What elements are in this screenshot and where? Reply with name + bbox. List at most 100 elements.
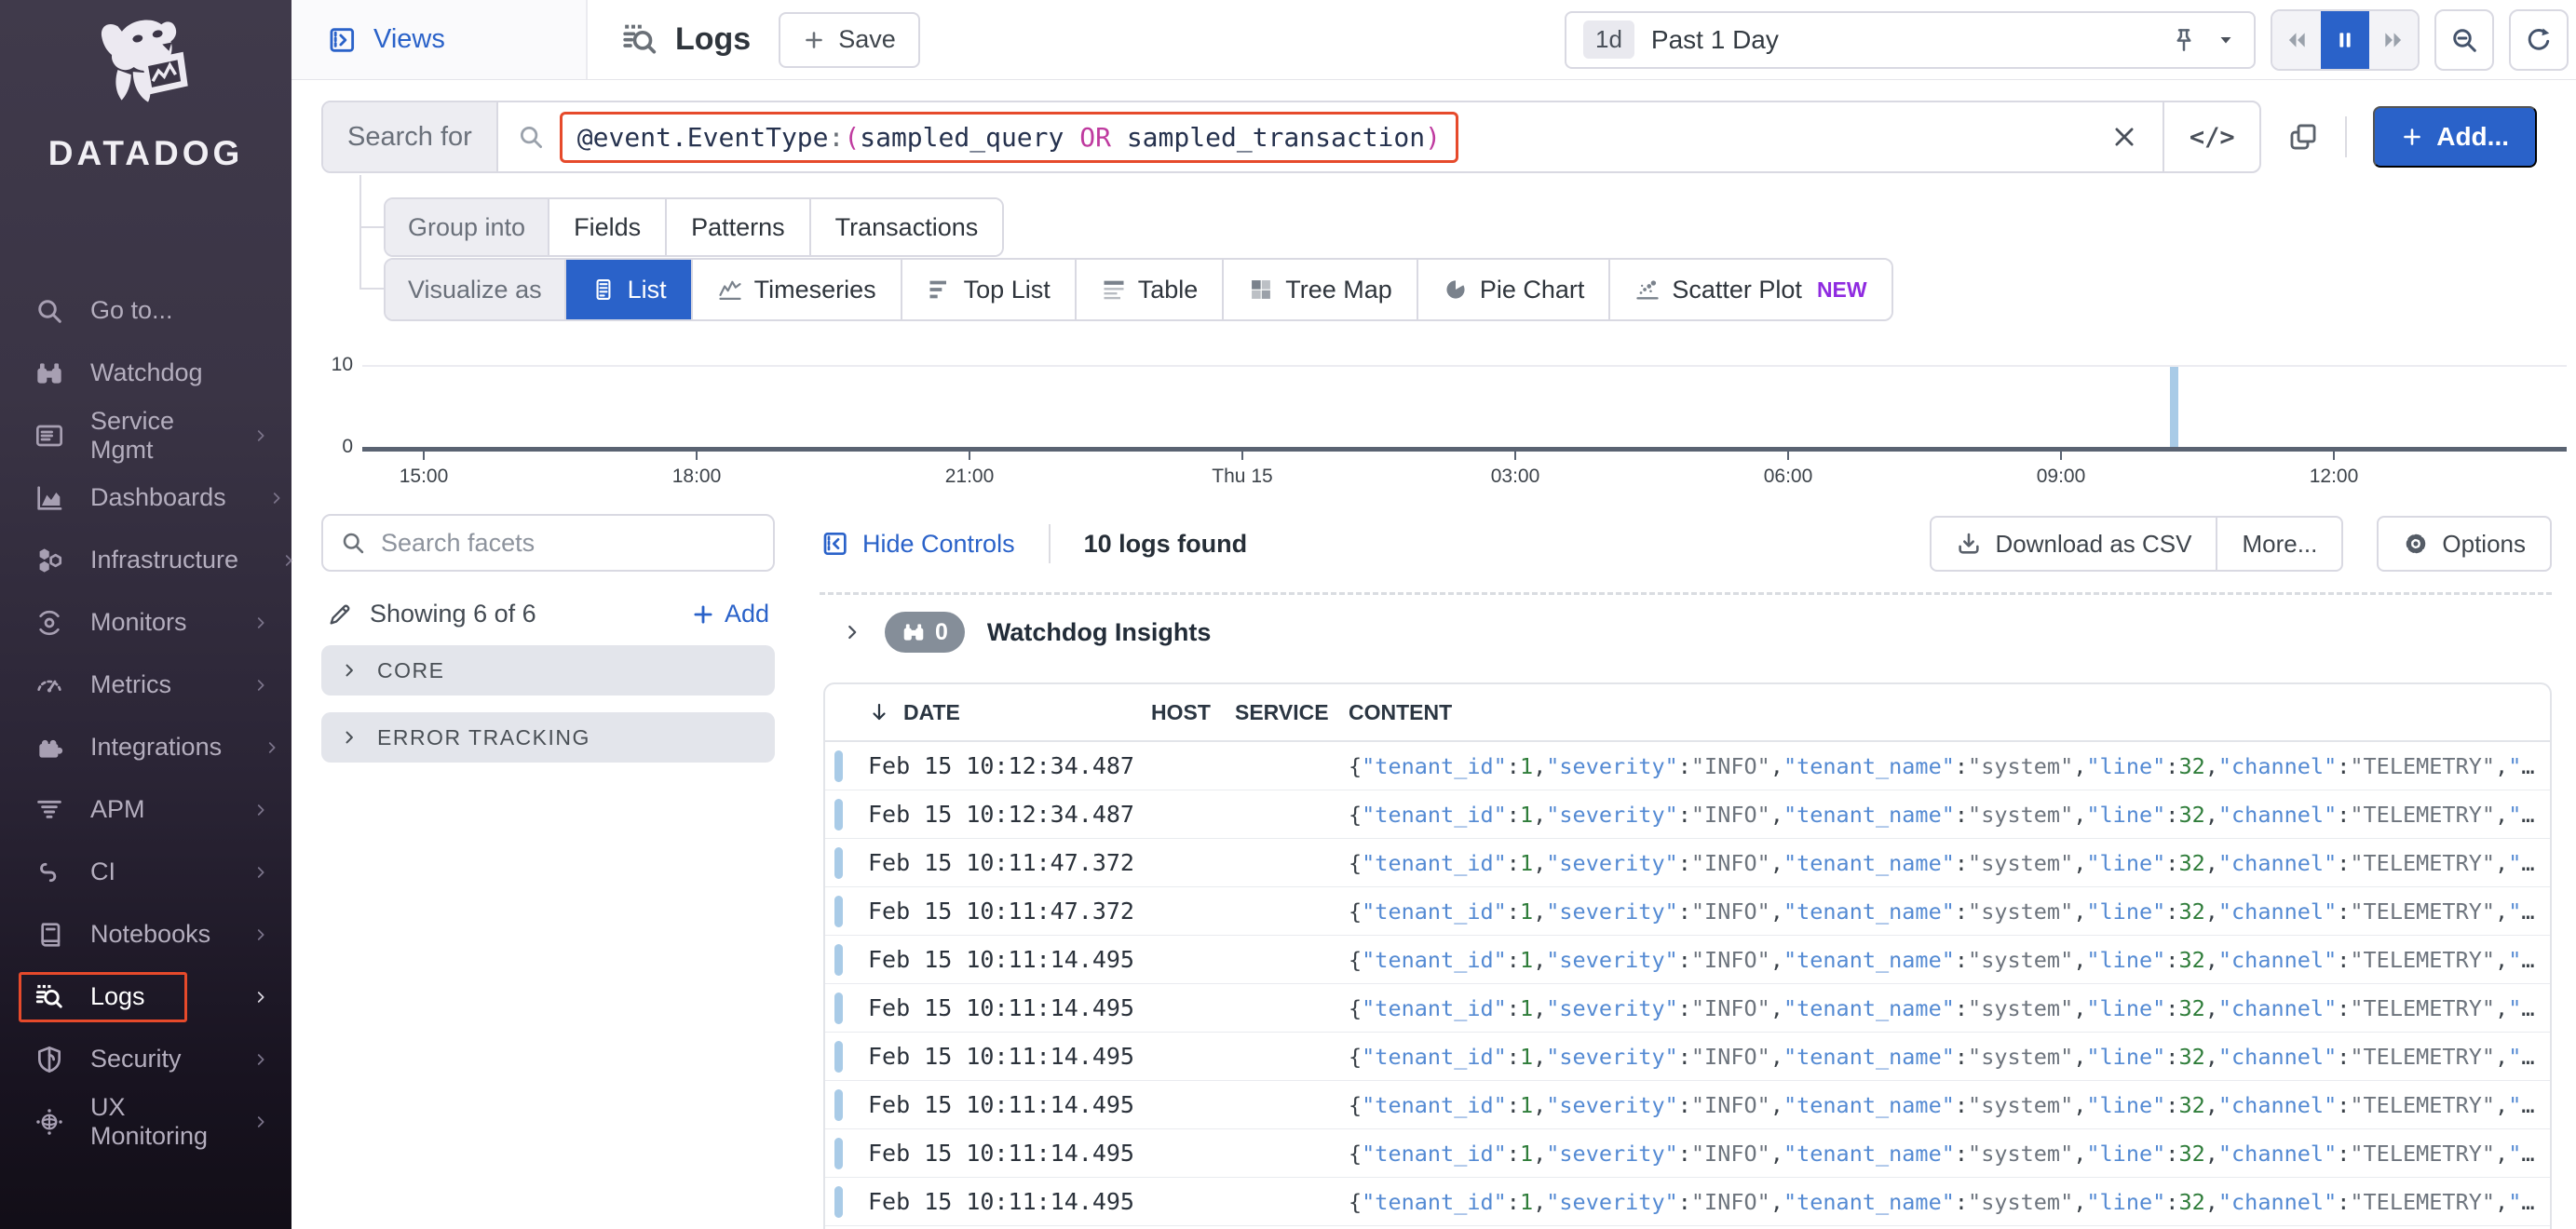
logs-table: DATE HOST SERVICE CONTENT Feb 15 10:12:3…	[823, 682, 2552, 1229]
log-row[interactable]: Feb 15 10:11:14.495 {"tenant_id":1,"sever…	[825, 1178, 2550, 1226]
x-axis-tick	[1514, 452, 1516, 460]
viz-option-scatter-plot[interactable]: Scatter Plot NEW	[1608, 260, 1891, 319]
options-button[interactable]: Options	[2377, 516, 2552, 572]
more-button[interactable]: More...	[2216, 518, 2341, 570]
ux-icon	[34, 1107, 64, 1137]
log-volume-bar[interactable]	[2170, 367, 2178, 447]
raw-query-toggle[interactable]: </>	[2162, 102, 2259, 171]
pause-button[interactable]	[2321, 10, 2369, 69]
search-query-input[interactable]: @event.EventType:(sampled_query OR sampl…	[559, 111, 1458, 163]
datadog-logs-page: DATADOG Go to... Watchdog Service Mgmt Dash…	[0, 0, 2576, 1229]
time-range-badge: 1d	[1583, 20, 1634, 59]
viz-option-tree-map[interactable]: Tree Map	[1222, 260, 1417, 319]
sidebar-item-security[interactable]: Security	[0, 1028, 291, 1090]
download-csv-button[interactable]: Download as CSV	[1932, 518, 2216, 570]
x-axis-label: 09:00	[2036, 466, 2086, 487]
save-button[interactable]: Save	[779, 11, 920, 68]
add-facet-label: Add	[724, 600, 769, 628]
clear-query-icon[interactable]	[2110, 123, 2138, 151]
zoom-out-button[interactable]	[2434, 8, 2494, 71]
chevron-down-icon[interactable]	[2215, 29, 2237, 51]
hide-controls-button[interactable]: Hide Controls	[820, 529, 1015, 559]
viz-option-label: List	[627, 275, 667, 304]
column-header-host[interactable]: HOST	[1151, 700, 1235, 725]
time-range-selector[interactable]: 1d Past 1 Day	[1565, 10, 2256, 69]
sidebar-item-ci[interactable]: CI	[0, 841, 291, 903]
scatter-icon	[1634, 277, 1661, 303]
x-axis-tick	[969, 452, 970, 460]
log-row[interactable]: Feb 15 10:11:14.495 {"tenant_id":1,"sever…	[825, 1033, 2550, 1081]
viz-option-timeseries[interactable]: Timeseries	[690, 260, 901, 319]
sidebar-item-notebooks[interactable]: Notebooks	[0, 903, 291, 966]
pie-icon	[1443, 277, 1469, 303]
save-label: Save	[838, 25, 896, 53]
log-row[interactable]: Feb 15 10:11:47.372 {"tenant_id":1,"sever…	[825, 887, 2550, 936]
log-row[interactable]: Feb 15 10:11:14.495 {"tenant_id":1,"sever…	[825, 1129, 2550, 1178]
log-status-indicator	[834, 993, 843, 1024]
list-icon	[590, 277, 617, 303]
tableviz-icon	[1101, 277, 1127, 303]
sidebar-item-infrastructure[interactable]: Infrastructure	[0, 529, 292, 591]
chevron-right-icon	[252, 427, 269, 444]
log-row[interactable]: Feb 15 10:12:34.487 {"tenant_id":1,"sever…	[825, 790, 2550, 839]
pin-icon[interactable]	[2170, 26, 2198, 54]
sidebar-item-label: Monitors	[90, 608, 187, 636]
chevron-right-icon	[252, 989, 269, 1006]
group-option-fields[interactable]: Fields	[548, 199, 666, 255]
sidebar-item-dashboards[interactable]: Dashboards	[0, 466, 291, 529]
sidebar-item-integrations[interactable]: Integrations	[0, 716, 291, 778]
pencil-icon[interactable]	[327, 601, 353, 628]
viz-option-list[interactable]: List	[563, 260, 691, 319]
chevron-right-icon	[280, 552, 297, 569]
sidebar-item-main: Go to...	[19, 286, 215, 336]
log-content-cell: {"tenant_id":1,"severity":"INFO","tenant…	[1349, 801, 2535, 828]
sidebar-item-go-to[interactable]: Go to...	[0, 279, 291, 342]
log-status-indicator	[834, 1138, 843, 1169]
sidebar-item-main: CI	[19, 847, 157, 898]
viz-option-top-list[interactable]: Top List	[900, 260, 1075, 319]
log-row[interactable]: Feb 15 10:12:34.487 {"tenant_id":1,"sever…	[825, 742, 2550, 790]
hide-controls-label: Hide Controls	[862, 529, 1015, 558]
facet-group-error-tracking[interactable]: ERROR TRACKING	[321, 712, 775, 763]
sidebar-item-metrics[interactable]: Metrics	[0, 654, 291, 716]
views-button[interactable]: Views	[291, 0, 588, 79]
sidebar-item-service-mgmt[interactable]: Service Mgmt	[0, 404, 291, 466]
sidebar-item-ux-monitoring[interactable]: UX Monitoring	[0, 1090, 291, 1153]
topbar: Views Logs Save 1d Past 1 Day	[291, 0, 2576, 80]
log-volume-chart[interactable]: 10 0 15:00 18:00 21:00 Thu 15 03:00 06:00 09:0…	[321, 346, 2567, 495]
sidebar-item-monitors[interactable]: Monitors	[0, 591, 291, 654]
sidebar-item-apm[interactable]: APM	[0, 778, 291, 841]
log-row[interactable]: Feb 15 10:11:14.495 {"tenant_id":1,"sever…	[825, 936, 2550, 984]
facet-search-input[interactable]	[381, 528, 756, 558]
watchdog-insights-row[interactable]: 0 Watchdog Insights	[820, 592, 2552, 653]
log-date-cell: Feb 15 10:12:34.487	[868, 801, 1134, 828]
log-row[interactable]: Feb 15 10:11:47.372 {"tenant_id":1,"sever…	[825, 839, 2550, 887]
log-row[interactable]: Feb 15 10:11:14.495 {"tenant_id":1,"sever…	[825, 1081, 2550, 1129]
group-option-transactions[interactable]: Transactions	[808, 199, 1003, 255]
copy-icon[interactable]	[2287, 121, 2319, 153]
viz-option-pie-chart[interactable]: Pie Chart	[1416, 260, 1609, 319]
logs-title-icon	[621, 21, 658, 59]
column-header-service[interactable]: SERVICE	[1235, 700, 1349, 725]
add-facet-button[interactable]: Add	[691, 600, 769, 628]
viz-option-table[interactable]: Table	[1074, 260, 1223, 319]
sidebar-item-label: CI	[90, 858, 115, 885]
chevron-right-icon	[252, 926, 269, 943]
sidebar-menu: Go to... Watchdog Service Mgmt Dashboards In…	[0, 279, 292, 1153]
time-range-label: Past 1 Day	[1650, 24, 1779, 54]
facet-group-core[interactable]: CORE	[321, 645, 775, 696]
time-forward-button[interactable]	[2369, 10, 2418, 69]
sidebar-item-watchdog[interactable]: Watchdog	[0, 342, 291, 404]
page-title: Logs	[675, 21, 752, 57]
column-header-date[interactable]: DATE	[825, 700, 1151, 725]
time-backward-button[interactable]	[2272, 10, 2321, 69]
add-button[interactable]: Add...	[2373, 106, 2537, 168]
sidebar-item-label: Security	[90, 1045, 182, 1073]
log-row[interactable]: Feb 15 10:11:14.495 {"tenant_id":1,"sever…	[825, 984, 2550, 1033]
refresh-button[interactable]	[2509, 8, 2569, 71]
column-header-content[interactable]: CONTENT	[1349, 700, 2550, 725]
sidebar-item-main: Integrations	[19, 723, 264, 773]
group-option-patterns[interactable]: Patterns	[665, 199, 809, 255]
sidebar-item-logs[interactable]: Logs	[0, 966, 291, 1028]
log-content-cell: {"tenant_id":1,"severity":"INFO","tenant…	[1349, 1091, 2535, 1118]
